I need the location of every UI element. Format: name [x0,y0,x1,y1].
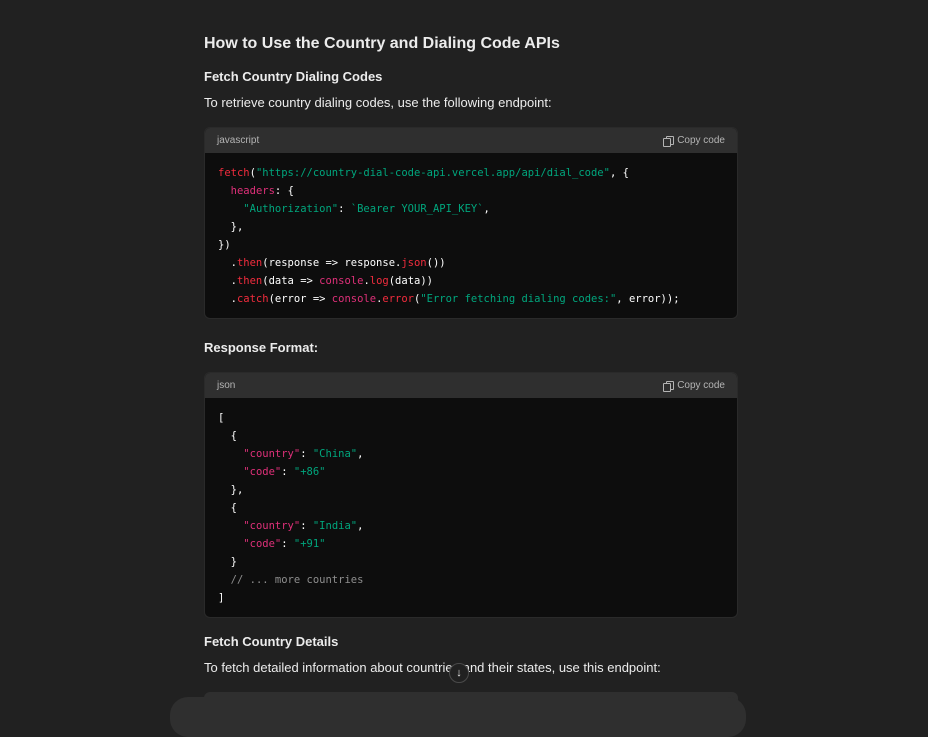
code-line: { [218,499,724,517]
scroll-to-bottom-button[interactable]: ↓ [449,663,469,683]
code-token: . [218,257,237,269]
code-token: ] [218,592,225,604]
code-line: }) [218,236,724,254]
code-token: (error => [268,293,332,305]
code-line: "code": "+86" [218,463,724,481]
code-language-label: javascript [217,135,260,146]
code-line: } [218,553,724,571]
code-token: "code" [243,466,282,478]
code-token: . [218,275,237,287]
code-line: "code": "+91" [218,535,724,553]
code-line: }, [218,218,724,236]
code-token: [ [218,412,225,424]
code-token: "+86" [293,466,326,478]
code-token: . [218,293,237,305]
code-token: "India" [312,520,358,532]
code-token: "Error fetching dialing codes:" [420,293,617,305]
code-token: headers [230,185,275,197]
code-token: then [236,275,263,287]
code-line: "Authorization": `Bearer YOUR_API_KEY`, [218,200,724,218]
code-line: .then(response => response.json()) [218,254,724,272]
code-token: }) [218,239,231,251]
section-paragraph: To fetch detailed information about coun… [204,660,661,675]
code-block-javascript: javascript Copy code fetch("https://coun… [204,127,738,319]
code-line: { [218,427,724,445]
code-token: fetch [218,167,250,179]
code-header: javascript Copy code [205,128,737,153]
code-token: , { [609,167,629,179]
code-line: headers: { [218,182,724,200]
code-content: fetch("https://country-dial-code-api.ver… [205,153,737,318]
code-token: "country" [243,520,301,532]
arrow-down-icon: ↓ [456,667,462,679]
copy-code-button[interactable]: Copy code [663,380,725,392]
code-token: : [300,448,313,460]
copy-code-button[interactable]: Copy code [663,135,725,147]
copy-icon [663,380,675,392]
code-token: (response => response. [262,257,402,269]
code-token: "code" [243,538,282,550]
code-token: json [401,257,427,269]
code-line: .then(data => console.log(data)) [218,272,724,290]
code-token: console [319,275,364,287]
code-block-json: json Copy code [ { "country": "China", "… [204,372,738,618]
code-token: "country" [243,448,301,460]
code-token: : [281,466,294,478]
code-token: { [218,430,237,442]
code-token: , [483,203,490,215]
code-header: json Copy code [205,373,737,398]
code-line: }, [218,481,724,499]
code-token: : { [274,185,294,197]
code-line: "country": "China", [218,445,724,463]
page-title: How to Use the Country and Dialing Code … [204,35,560,52]
code-token: (data => [262,275,320,287]
section-paragraph: To retrieve country dialing codes, use t… [204,95,552,110]
code-token: `Bearer YOUR_API_KEY` [350,203,484,215]
code-token: }, [218,221,244,233]
code-token: "https://country-dial-code-api.vercel.ap… [255,167,610,179]
code-token: { [218,502,237,514]
code-token: , error)); [616,293,680,305]
code-language-label: json [217,380,236,391]
copy-icon [663,135,675,147]
section-heading-country-details: Fetch Country Details [204,634,339,649]
code-token: "+91" [293,538,326,550]
code-token: : [281,538,294,550]
code-line: fetch("https://country-dial-code-api.ver… [218,164,724,182]
code-token: (data)) [388,275,433,287]
code-token: console [331,293,377,305]
code-token: , [357,520,364,532]
code-token: : [300,520,313,532]
code-token: } [218,556,237,568]
code-token: , [357,448,364,460]
code-token: "China" [312,448,358,460]
code-token: error [382,293,414,305]
code-token: log [369,275,389,287]
code-token: : [338,203,351,215]
code-line: [ [218,409,724,427]
copy-code-label: Copy code [677,380,725,391]
code-token: "Authorization" [243,203,339,215]
code-token: then [236,257,263,269]
code-token: }, [218,484,244,496]
code-content: [ { "country": "China", "code": "+86" },… [205,398,737,617]
message-composer[interactable] [170,697,746,737]
copy-code-label: Copy code [677,135,725,146]
code-token: // ... more countries [230,574,364,586]
code-line: .catch(error => console.error("Error fet… [218,290,724,308]
code-line: ] [218,589,724,607]
code-token: ()) [426,257,446,269]
code-token: catch [236,293,269,305]
response-format-heading: Response Format: [204,340,319,355]
code-line: "country": "India", [218,517,724,535]
section-heading-dialing-codes: Fetch Country Dialing Codes [204,69,383,84]
code-line: // ... more countries [218,571,724,589]
